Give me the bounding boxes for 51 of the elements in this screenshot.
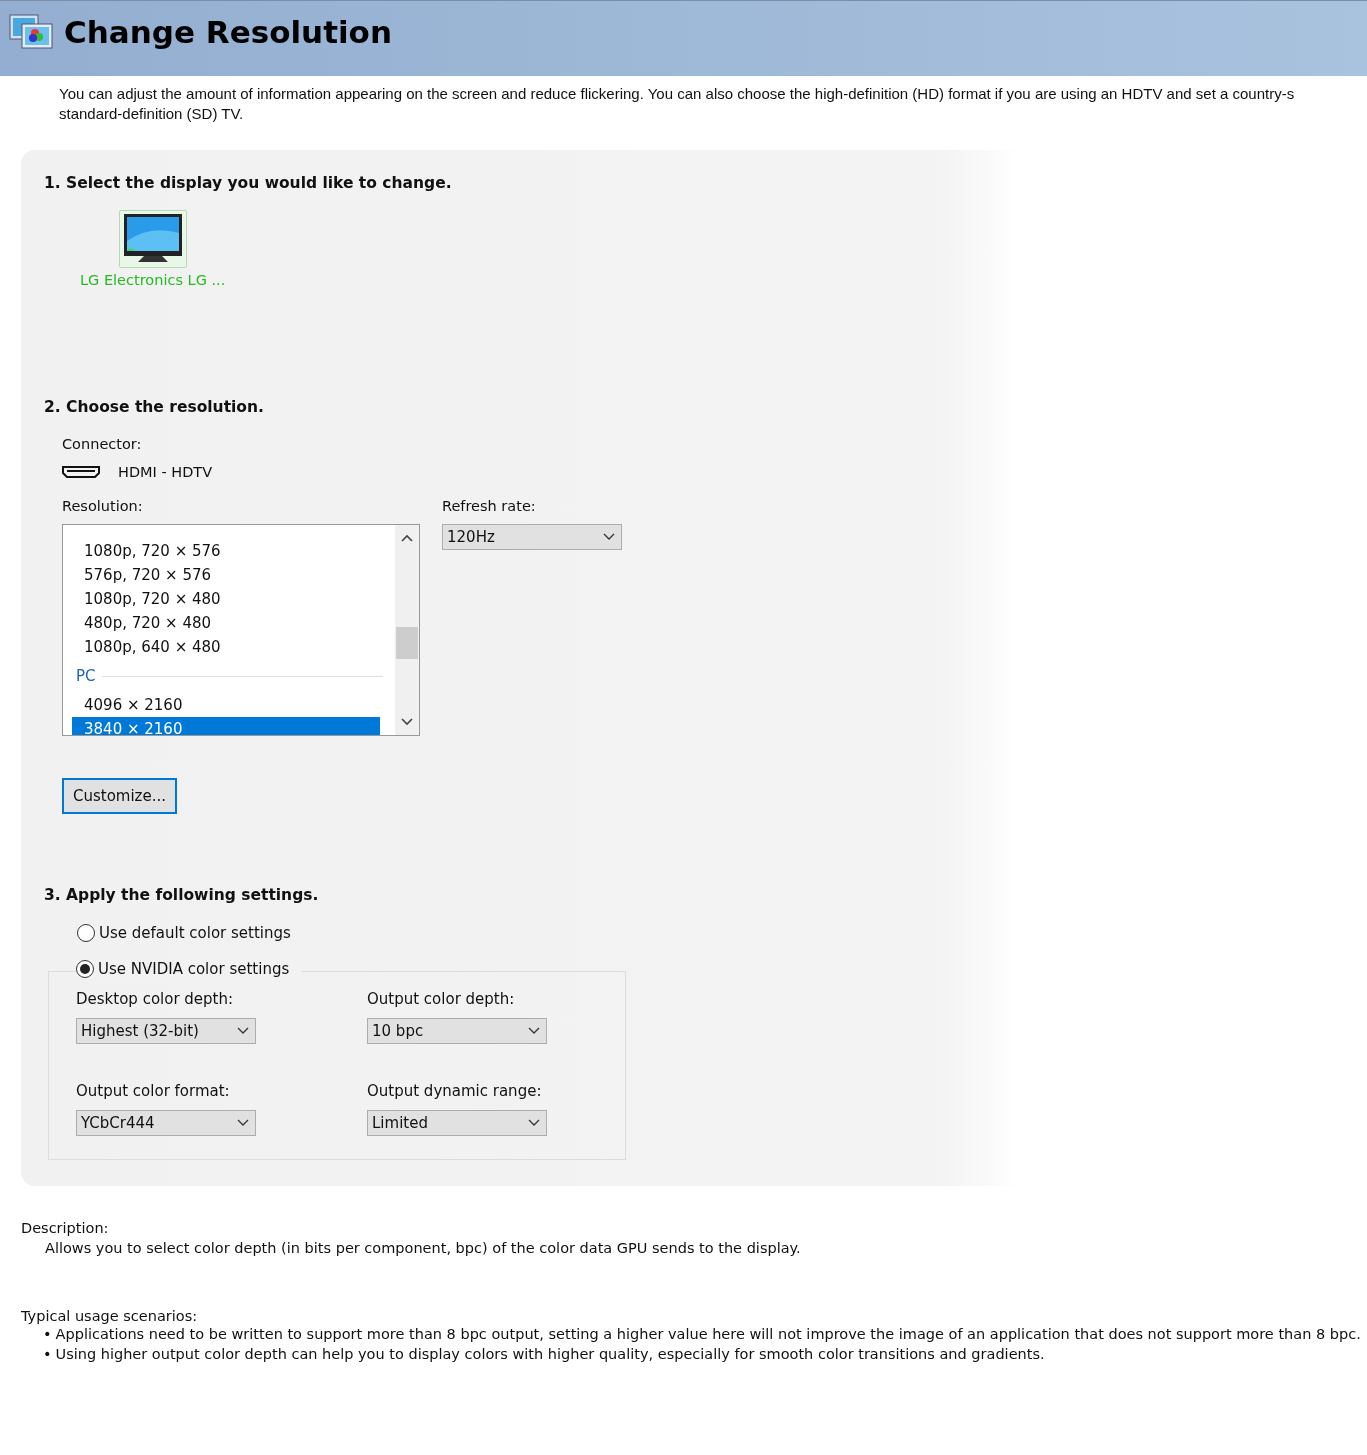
setting-dropdown[interactable]: Highest (32-bit): [76, 1018, 256, 1044]
chevron-down-icon: [237, 1027, 249, 1035]
chevron-down-icon: [237, 1119, 249, 1127]
chevron-up-icon[interactable]: [401, 534, 413, 542]
field-label: Connector:: [62, 436, 143, 452]
field-label: Output color depth:: [367, 990, 516, 1008]
connector-text: HDMI - HDTV: [118, 464, 213, 480]
customize-button[interactable]: Customize...: [62, 778, 177, 814]
page-title: Change Resolution: [64, 13, 392, 50]
list-item[interactable]: 576p, 720 × 576: [72, 563, 380, 587]
chevron-down-icon[interactable]: [401, 718, 413, 726]
section-heading: 2. Choose the resolution.: [44, 398, 265, 416]
monitor-icon: [118, 210, 187, 268]
intro-text: You can adjust the amount of information appearing on the screen and reduce flickering. You can also choose the high-definition (HD) format if you are using an HDTV and set a country-s: [59, 84, 1296, 104]
usage-text: Using higher output color depth can help you to display colors with higher quality, especially for smooth color transitions and gradients.: [55, 1345, 1045, 1364]
field-label: Refresh rate:: [442, 498, 536, 514]
chevron-down-icon: [528, 1119, 540, 1127]
setting-dropdown[interactable]: Limited: [367, 1110, 547, 1136]
description-label: Description:: [21, 1220, 110, 1236]
usage-text: Applications need to be written to support more than 8 bpc output, setting a higher value here will not improve the image of an application that does not support more than 8 bpc.: [55, 1325, 1361, 1344]
radio-button[interactable]: [77, 924, 95, 942]
setting-dropdown[interactable]: YCbCr444: [76, 1110, 256, 1136]
hdmi-port-icon: [62, 465, 100, 479]
scrollbar[interactable]: [395, 525, 419, 735]
list-item[interactable]: 480p, 720 × 480: [72, 611, 380, 635]
chevron-down-icon: [603, 533, 615, 541]
intro-text: standard-definition (SD) TV.: [59, 104, 245, 124]
list-item[interactable]: 4096 × 2160: [72, 693, 380, 717]
list-item[interactable]: 3840 × 2160: [72, 717, 380, 735]
bullet-icon: •: [43, 1344, 52, 1364]
list-item[interactable]: 1080p, 720 × 576: [72, 539, 380, 563]
resolution-list[interactable]: 1080p, 720 × 576 576p, 720 × 576 1080p, 720 × 480 480p, 720 × 480 1080p, 640 × 480 PC 4096 × 2160 3840 × 2160: [62, 524, 420, 736]
refresh-rate-dropdown[interactable]: 120Hz: [442, 524, 622, 550]
group-header: PC: [76, 667, 96, 685]
field-label: Output color format:: [76, 1082, 231, 1100]
section-heading: 1. Select the display you would like to change.: [44, 174, 453, 192]
field-label: Resolution:: [62, 498, 143, 514]
field-label: Desktop color depth:: [76, 990, 235, 1008]
usage-label: Typical usage scenarios:: [21, 1308, 199, 1324]
section-heading: 3. Apply the following settings.: [44, 886, 320, 904]
chevron-down-icon: [528, 1027, 540, 1035]
list-item[interactable]: 1080p, 720 × 480: [72, 587, 380, 611]
scroll-thumb[interactable]: [396, 627, 418, 659]
setting-dropdown[interactable]: 10 bpc: [367, 1018, 547, 1044]
radio-button[interactable]: [76, 960, 94, 978]
list-item[interactable]: 1080p, 640 × 480: [72, 635, 380, 659]
description-text: Allows you to select color depth (in bits per component, bpc) of the color data GPU sends to the display.: [44, 1240, 802, 1256]
monitors-icon: [8, 11, 54, 52]
bullet-icon: •: [43, 1324, 52, 1344]
radio-label[interactable]: Use default color settings: [99, 924, 291, 942]
field-label: Output dynamic range:: [367, 1082, 543, 1100]
